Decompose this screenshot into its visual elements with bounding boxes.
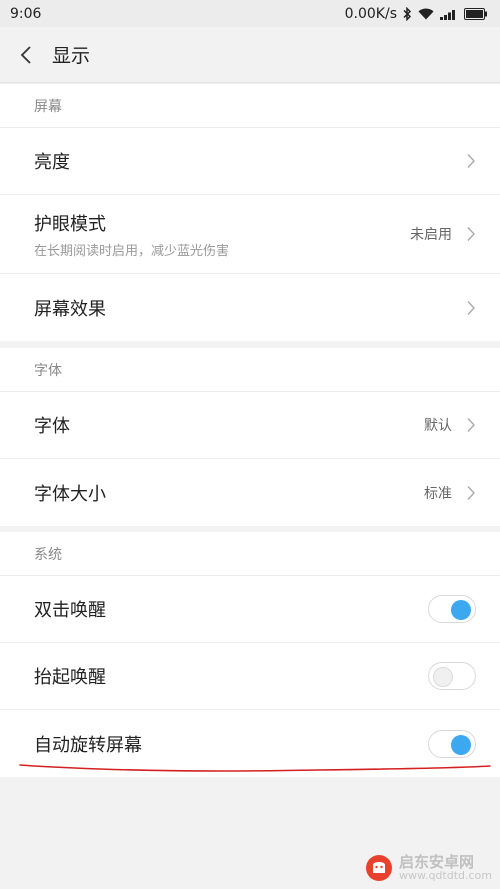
battery-icon	[464, 7, 487, 20]
auto-rotate-toggle[interactable]	[428, 729, 476, 758]
row-value: 标准	[424, 485, 452, 502]
watermark-url: www.qdtdtd.com	[398, 869, 492, 883]
title-bar: 显示	[0, 27, 500, 83]
section-system: 系统 双击唤醒 抬起唤醒 自动旋转屏幕	[0, 532, 500, 777]
row-title: 亮度	[34, 152, 70, 173]
signal-icon	[440, 9, 455, 20]
watermark-name: 启东安卓网	[398, 852, 474, 871]
page-title: 显示	[52, 45, 91, 67]
toggle-knob	[433, 667, 453, 687]
chevron-right-icon	[467, 227, 475, 241]
row-value: 默认	[424, 418, 452, 434]
row-title: 护眼模式	[34, 213, 106, 235]
double-tap-wake-toggle[interactable]	[428, 595, 476, 623]
network-speed: 0.00K/s	[344, 5, 397, 22]
watermark: 启东安卓网 www.qdtdtd.com	[364, 853, 492, 883]
chevron-right-icon	[467, 485, 475, 500]
red-underline-annotation	[19, 764, 491, 772]
chevron-right-icon	[467, 154, 475, 168]
row-double-tap-wake[interactable]: 双击唤醒	[0, 576, 500, 643]
row-title: 屏幕效果	[34, 298, 106, 320]
row-title: 抬起唤醒	[34, 667, 106, 688]
status-time: 9:06	[10, 5, 42, 22]
row-title: 双击唤醒	[34, 600, 106, 621]
bluetooth-icon	[403, 6, 412, 21]
wifi-icon	[418, 8, 434, 19]
row-title: 字体	[34, 416, 70, 437]
watermark-logo-icon	[365, 855, 392, 881]
row-title: 自动旋转屏幕	[34, 734, 142, 756]
chevron-right-icon	[467, 300, 475, 315]
row-title: 字体大小	[34, 483, 106, 505]
status-bar: 9:06 0.00K/s	[0, 0, 500, 27]
row-subtitle: 在长期阅读时启用，减少蓝光伤害	[34, 243, 230, 259]
back-button[interactable]	[0, 27, 52, 83]
chevron-right-icon	[467, 418, 475, 432]
status-icons: 0.00K/s	[345, 6, 488, 22]
lift-to-wake-toggle[interactable]	[428, 662, 476, 690]
row-font-size[interactable]: 字体大小 标准	[0, 459, 500, 526]
section-label: 字体	[0, 348, 500, 392]
row-screen-effect[interactable]: 屏幕效果	[0, 274, 500, 341]
toggle-knob	[451, 600, 471, 620]
row-value: 未启用	[410, 227, 452, 243]
row-font[interactable]: 字体 默认	[0, 392, 500, 459]
row-brightness[interactable]: 亮度	[0, 128, 500, 195]
section-label: 屏幕	[0, 84, 500, 128]
toggle-knob	[451, 734, 471, 755]
row-lift-to-wake[interactable]: 抬起唤醒	[0, 643, 500, 710]
chevron-left-icon	[20, 45, 31, 64]
row-eye-protection[interactable]: 护眼模式 在长期阅读时启用，减少蓝光伤害 未启用	[0, 195, 500, 274]
section-label: 系统	[0, 532, 500, 576]
section-font: 字体 字体 默认 字体大小 标准	[0, 348, 500, 526]
section-screen: 屏幕 亮度 护眼模式 在长期阅读时启用，减少蓝光伤害 未启用 屏幕效果	[0, 84, 500, 341]
